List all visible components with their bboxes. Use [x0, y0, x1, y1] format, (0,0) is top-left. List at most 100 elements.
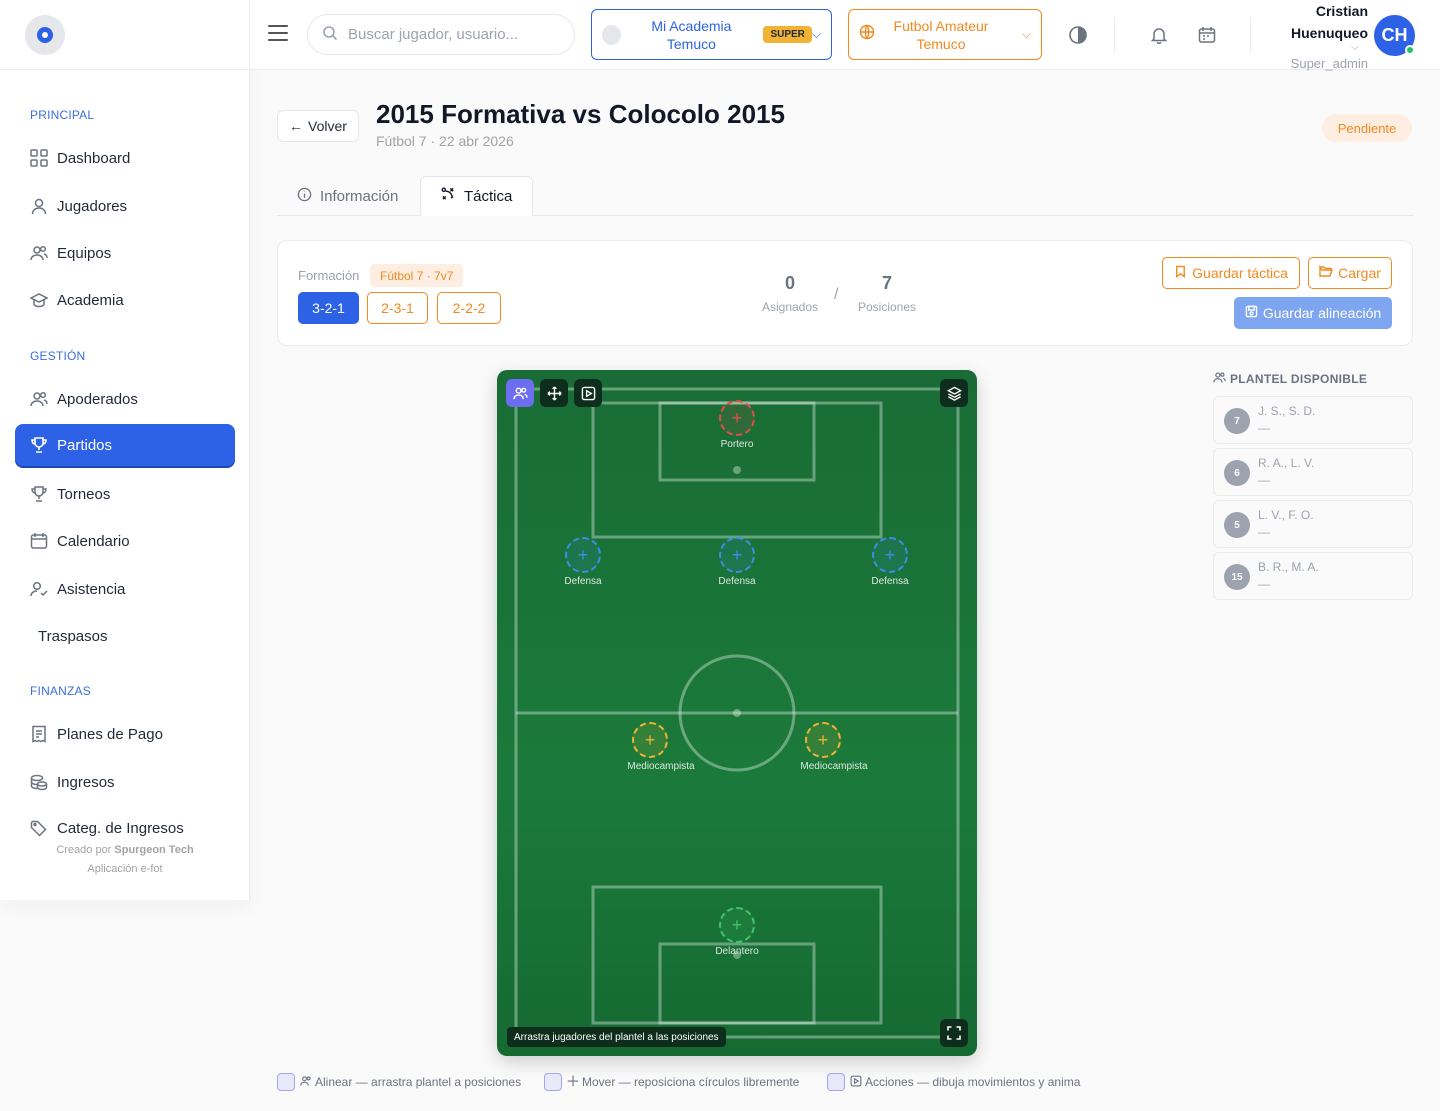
player-number: 15: [1224, 564, 1250, 590]
receipt-icon: [29, 724, 49, 744]
position-slot-mediocampista-left[interactable]: +: [632, 722, 668, 758]
sidebar-item-academia[interactable]: Academia: [15, 279, 235, 321]
sidebar-item-traspasos[interactable]: Traspasos: [37, 615, 257, 657]
plus-icon: +: [731, 544, 743, 565]
sidebar-item-jugadores[interactable]: Jugadores: [15, 185, 235, 227]
tab-label: Información: [320, 187, 399, 205]
credits-app: Aplicación e-fot: [87, 863, 163, 875]
credits-company: Spurgeon Tech: [114, 844, 194, 856]
pitch-hint: Arrastra jugadores del plantel a las pos…: [507, 1027, 726, 1047]
plus-icon: +: [644, 729, 656, 750]
legend-actions: Acciones — dibuja movimientos y anima: [827, 1073, 1080, 1091]
roster-title: PLANTEL DISPONIBLE: [1213, 371, 1367, 387]
sidebar-item-equipos[interactable]: Equipos: [15, 232, 235, 274]
league-select[interactable]: Futbol Amateur Temuco ⌵: [848, 9, 1042, 60]
position-label: Mediocampista: [627, 761, 695, 772]
section-title-principal: PRINCIPAL: [30, 108, 95, 122]
load-label: Cargar: [1338, 265, 1381, 281]
sidebar-item-label: Traspasos: [38, 627, 108, 645]
position-label: Defensa: [871, 576, 909, 587]
move-mode-button[interactable]: [540, 379, 568, 407]
position-slot-defensa-center[interactable]: +: [719, 537, 755, 573]
sidebar-item-label: Ingresos: [57, 773, 115, 791]
save-lineup-button[interactable]: Guardar alineación: [1234, 297, 1392, 329]
roster-player[interactable]: 5 L. V., F. O. —: [1213, 500, 1413, 548]
player-name: J. S., S. D.: [1258, 404, 1316, 418]
layers-button[interactable]: [940, 379, 968, 407]
users-icon: [29, 243, 49, 263]
legend-align: Alinear — arrastra plantel a posiciones: [277, 1073, 521, 1091]
position-slot-defensa-right[interactable]: +: [872, 537, 908, 573]
academy-select[interactable]: Mi Academia Temuco SUPER ⌵: [591, 9, 832, 60]
legend-move: Mover — reposiciona círculos libremente: [544, 1073, 799, 1091]
position-slot-portero[interactable]: +: [719, 400, 755, 436]
chevron-down-icon[interactable]: ⌵: [1351, 42, 1359, 53]
player-number: 5: [1224, 512, 1250, 538]
tab-informacion[interactable]: Información: [277, 176, 418, 216]
status-badge: Pendiente: [1322, 114, 1412, 142]
chevron-down-icon: ⌵: [1021, 27, 1031, 41]
position-slot-delantero[interactable]: +: [719, 907, 755, 943]
trophy-icon: [29, 435, 49, 455]
grid-icon: [29, 148, 49, 168]
academy-name: Mi Academia Temuco: [651, 17, 732, 52]
sidebar-item-apoderados[interactable]: Apoderados: [15, 378, 235, 420]
sidebar-item-label: Jugadores: [57, 197, 128, 215]
menu-toggle-icon[interactable]: [268, 25, 288, 43]
formation-option-2-3-1[interactable]: 2-3-1: [367, 292, 428, 324]
sidebar-item-label: Planes de Pago: [57, 725, 163, 743]
game-mode-badge: Fútbol 7 · 7v7: [370, 264, 464, 287]
back-button-label: Volver: [308, 118, 347, 134]
player-name: B. R., M. A.: [1258, 560, 1319, 574]
bell-icon[interactable]: [1147, 23, 1171, 47]
legend-swatch: [827, 1073, 845, 1091]
tactics-icon: [441, 187, 456, 206]
roster-player[interactable]: 15 B. R., M. A. —: [1213, 552, 1413, 600]
actions-mode-button[interactable]: [574, 379, 602, 407]
super-badge: SUPER: [763, 26, 812, 43]
soccer-ball-icon: [37, 27, 53, 43]
sidebar-item-torneos[interactable]: Torneos: [15, 473, 235, 515]
coins-icon: [29, 772, 49, 792]
play-box-icon: [850, 1075, 862, 1090]
formation-label: Formación: [298, 268, 360, 283]
bookmark-icon: [1174, 265, 1187, 281]
online-status-dot: [1405, 45, 1415, 55]
users-icon: [29, 389, 49, 409]
save-tactic-button[interactable]: Guardar táctica: [1162, 257, 1300, 289]
folder-open-icon: [1319, 264, 1334, 281]
formation-option-2-2-2[interactable]: 2-2-2: [437, 292, 501, 324]
theme-toggle-icon[interactable]: [1066, 23, 1090, 47]
app-logo[interactable]: [25, 15, 65, 55]
position-slot-mediocampista-right[interactable]: +: [805, 722, 841, 758]
formation-option-3-2-1[interactable]: 3-2-1: [298, 292, 359, 324]
sidebar-item-dashboard[interactable]: Dashboard: [15, 137, 235, 179]
roster-player[interactable]: 7 J. S., S. D. —: [1213, 396, 1413, 444]
users-icon: [512, 387, 528, 399]
calendar-icon[interactable]: [1195, 23, 1219, 47]
user-name[interactable]: Cristian Huenuqueo: [1260, 0, 1368, 44]
sidebar-item-planes-de-pago[interactable]: Planes de Pago: [15, 713, 235, 755]
tab-tactica[interactable]: Táctica: [420, 176, 534, 216]
sidebar-item-ingresos[interactable]: Ingresos: [15, 761, 235, 803]
top-penalty-spot: [733, 466, 741, 474]
sidebar-item-label: Academia: [57, 291, 124, 309]
move-icon: [546, 385, 562, 401]
legend-label: Alinear — arrastra plantel a posiciones: [315, 1075, 522, 1089]
sidebar-item-categ-de-ingresos[interactable]: Categ. de Ingresos: [15, 808, 235, 848]
graduation-cap-icon: [29, 290, 49, 310]
load-button[interactable]: Cargar: [1308, 257, 1392, 289]
sidebar-item-asistencia[interactable]: Asistencia: [15, 568, 235, 610]
roster-player[interactable]: 6 R. A., L. V. —: [1213, 448, 1413, 496]
back-button[interactable]: ← Volver: [277, 110, 359, 142]
position-slot-defensa-left[interactable]: +: [565, 537, 601, 573]
position-label: Mediocampista: [800, 761, 868, 772]
arrow-left-icon: ←: [289, 118, 304, 134]
align-mode-button[interactable]: [506, 379, 534, 407]
sidebar-item-partidos[interactable]: Partidos: [15, 424, 235, 466]
sidebar-item-calendario[interactable]: Calendario: [15, 520, 235, 562]
search-placeholder: Buscar jugador, usuario...: [348, 26, 519, 43]
fullscreen-button[interactable]: [940, 1019, 968, 1047]
search-input[interactable]: Buscar jugador, usuario...: [307, 14, 575, 55]
save-lineup-label: Guardar alineación: [1262, 305, 1382, 321]
